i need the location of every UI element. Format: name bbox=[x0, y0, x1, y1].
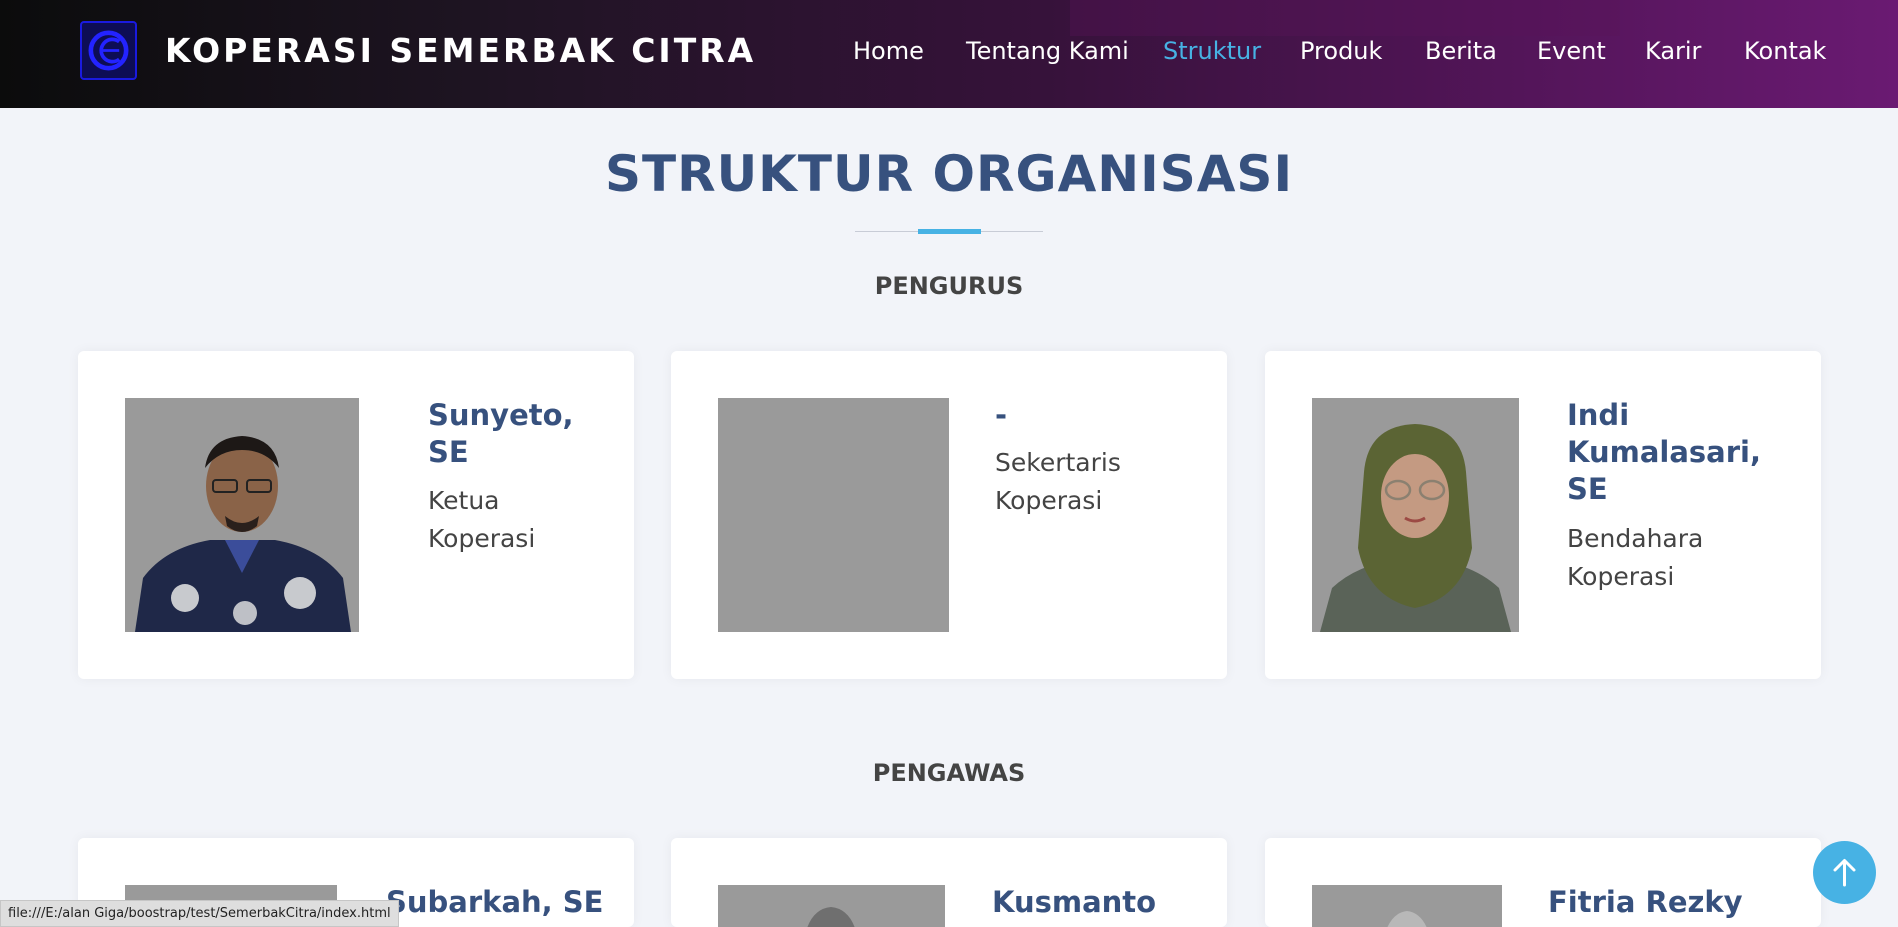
member-role: Ketua Koperasi bbox=[428, 486, 536, 553]
back-to-top-button[interactable] bbox=[1813, 841, 1876, 904]
nav-berita[interactable]: Berita bbox=[1425, 37, 1497, 65]
member-name: - bbox=[995, 398, 1008, 432]
nav-tentang-kami[interactable]: Tentang Kami bbox=[966, 37, 1129, 65]
nav-produk[interactable]: Produk bbox=[1300, 37, 1382, 65]
section-title-pengurus: PENGURUS bbox=[874, 272, 1024, 300]
member-card: Sunyeto, SE Ketua Koperasi bbox=[78, 351, 634, 679]
header: KOPERASI SEMERBAK CITRA Home Tentang Kam… bbox=[0, 0, 1898, 108]
page-title: STRUKTUR ORGANISASI bbox=[604, 145, 1294, 203]
nav-home[interactable]: Home bbox=[853, 37, 924, 65]
member-name: Sunyeto, SE bbox=[428, 398, 574, 469]
nav-karir[interactable]: Karir bbox=[1645, 37, 1701, 65]
member-card: Kusmanto bbox=[671, 838, 1227, 927]
member-card: Indi Kumalasari, SE Bendahara Koperasi bbox=[1265, 351, 1821, 679]
member-photo bbox=[1312, 885, 1502, 927]
member-name: Indi Kumalasari, SE bbox=[1567, 398, 1761, 506]
member-name: Subarkah, SE bbox=[386, 885, 604, 919]
member-role: Sekertaris Koperasi bbox=[995, 448, 1121, 515]
arrow-up-icon bbox=[1833, 859, 1856, 887]
member-card: - Sekertaris Koperasi bbox=[671, 351, 1227, 679]
main-nav: Home Tentang Kami Struktur Produk Berita… bbox=[0, 37, 1898, 67]
nav-kontak[interactable]: Kontak bbox=[1744, 37, 1826, 65]
member-photo bbox=[125, 398, 359, 632]
browser-status-bar: file:///E:/alan Giga/boostrap/test/Semer… bbox=[0, 900, 399, 927]
member-role: Bendahara Koperasi bbox=[1567, 524, 1704, 591]
member-photo-placeholder bbox=[718, 398, 949, 632]
member-name: Fitria Rezky bbox=[1548, 885, 1743, 919]
title-divider-accent bbox=[918, 229, 981, 234]
header-overlay bbox=[1070, 0, 1620, 36]
section-title-pengawas: PENGAWAS bbox=[872, 759, 1026, 787]
member-photo bbox=[1312, 398, 1519, 632]
member-card: Fitria Rezky bbox=[1265, 838, 1821, 927]
member-name: Kusmanto bbox=[992, 885, 1157, 919]
nav-struktur[interactable]: Struktur bbox=[1163, 37, 1261, 65]
member-photo bbox=[718, 885, 945, 927]
nav-event[interactable]: Event bbox=[1537, 37, 1606, 65]
